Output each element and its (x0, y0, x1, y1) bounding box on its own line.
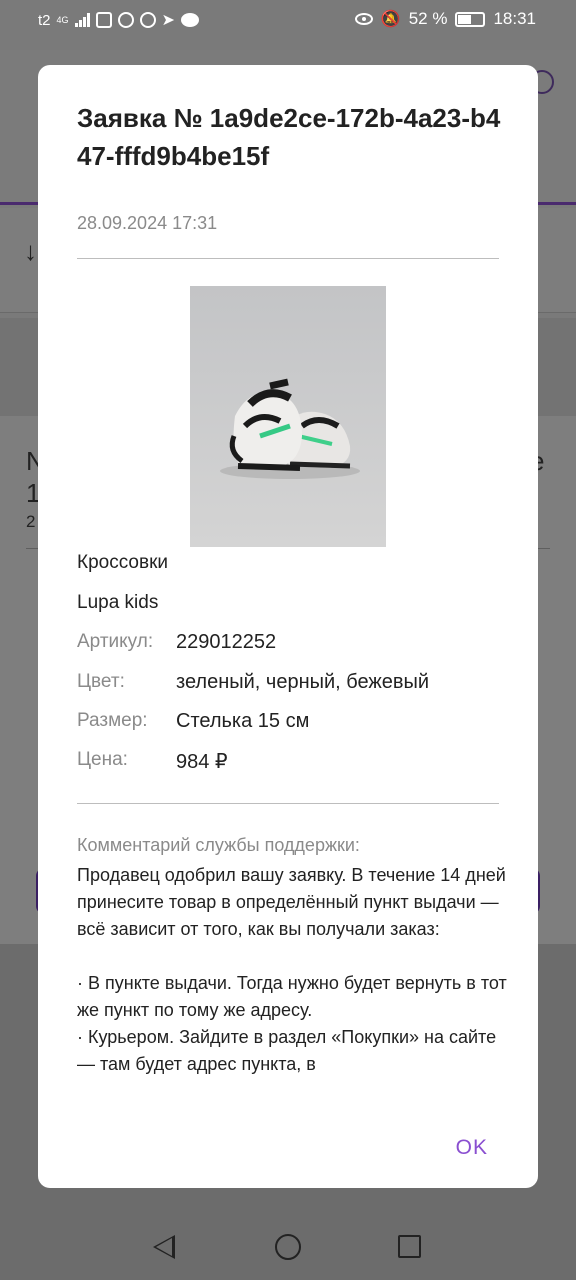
telegram-icon (139, 12, 156, 28)
back-icon[interactable] (153, 1235, 175, 1259)
battery-icon (455, 11, 486, 27)
clock: 18:31 (493, 9, 536, 28)
status-bar: t2 4G ➤ 🔕 52 % 18:31 (0, 0, 576, 40)
eye-icon (354, 13, 373, 25)
product-image (190, 286, 386, 547)
sort-arrow-icon: ↓ (24, 236, 37, 266)
signal-icon (74, 13, 90, 27)
claim-dialog: Заявка № 1a9de2ce-172b-4a23-b447-fffd9b4… (38, 65, 538, 1188)
divider (77, 803, 499, 804)
spec-value: 229012252 (176, 631, 277, 653)
claim-date: 28.09.2024 17:31 (77, 213, 218, 233)
dialog-title: Заявка № 1a9de2ce-172b-4a23-b447-fffd9b4… (77, 103, 501, 171)
bell-off-icon: 🔕 (380, 11, 401, 28)
navigation-bar (0, 1210, 576, 1280)
background-list-text: 2 (26, 512, 36, 531)
chat-bubble-icon (180, 13, 199, 27)
spec-value: Стелька 15 см (176, 710, 310, 732)
telegram-send-icon: ➤ (161, 12, 175, 29)
shield-icon (95, 12, 112, 28)
spec-label: Артикул: (77, 631, 154, 652)
carrier-label: t2 (38, 11, 51, 29)
network-label: 4G (56, 14, 69, 25)
spec-row-price: Цена: 984 ₽ (77, 749, 228, 774)
product-brand: Lupa kids (77, 592, 159, 613)
divider (77, 258, 499, 259)
whatsapp-icon (117, 12, 134, 28)
spec-row-size: Размер: Стелька 15 см (77, 710, 309, 733)
sneaker-image (190, 286, 386, 547)
spec-value: 984 ₽ (176, 751, 228, 773)
home-icon[interactable] (275, 1234, 301, 1260)
ok-button[interactable]: OK (456, 1136, 488, 1160)
battery-percent: 52 % (408, 9, 448, 28)
spec-label: Размер: (77, 710, 148, 731)
product-type: Кроссовки (77, 552, 169, 573)
support-comment-label: Комментарий службы поддержки: (77, 835, 360, 855)
spec-label: Цвет: (77, 671, 125, 692)
spec-label: Цена: (77, 749, 128, 770)
spec-row-article: Артикул: 229012252 (77, 631, 276, 654)
spec-row-color: Цвет: зеленый, черный, бежевый (77, 671, 429, 694)
support-comment-text[interactable]: Продавец одобрил вашу заявку. В течение … (77, 862, 507, 1105)
recent-apps-icon[interactable] (398, 1235, 421, 1258)
spec-value: зеленый, черный, бежевый (176, 671, 430, 693)
